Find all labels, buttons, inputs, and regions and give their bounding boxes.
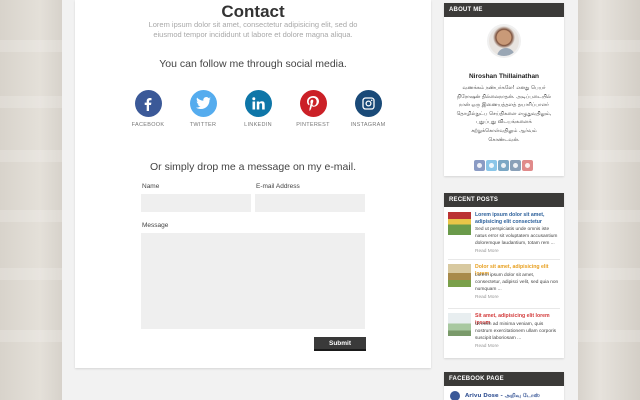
facebook-page-name[interactable]: Arivu Dose - அறிவு டோஸ் <box>465 393 540 400</box>
divider <box>448 259 560 260</box>
about-me-header: ABOUT ME <box>444 3 564 17</box>
linkedin-icon <box>244 90 272 117</box>
facebook-label: FACEBOOK <box>131 122 165 128</box>
facebook-icon[interactable] <box>474 160 485 171</box>
instagram-label: INSTAGRAM <box>350 122 386 128</box>
twitter-icon[interactable] <box>486 160 497 171</box>
message-label: Message <box>142 222 169 229</box>
pinterest-icon[interactable] <box>522 160 533 171</box>
submit-button[interactable]: Submit <box>314 337 366 351</box>
post-thumbnail[interactable] <box>448 212 471 235</box>
social-links: FACEBOOK TWITTER LINKEDIN PINTEREST INST… <box>121 90 395 134</box>
twitter-icon <box>189 90 217 117</box>
divider <box>448 308 560 309</box>
recent-posts-header: RECENT POSTS <box>444 193 564 207</box>
facebook-page-link[interactable]: Arivu Dose - அறிவு டோஸ் <box>450 391 540 400</box>
intro-text: Lorem ipsum dolor sit amet, consectetur … <box>148 20 358 39</box>
instagram-icon <box>354 90 382 117</box>
twitter-label: TWITTER <box>189 122 217 128</box>
post-excerpt: Sed ut perspiciatis unde omnis iste natu… <box>475 227 558 246</box>
name-input[interactable] <box>141 194 251 212</box>
twitter-link[interactable]: TWITTER <box>176 90 230 128</box>
post-title[interactable]: Lorem ipsum dolor sit amet, adipisicing … <box>475 212 561 225</box>
recent-post[interactable]: Lorem ipsum dolor sit amet, adipisicing … <box>448 212 560 256</box>
avatar <box>487 24 521 58</box>
recent-post[interactable]: Sit amet, adipisicing elit lorem ipsum U… <box>448 313 560 357</box>
instagram-icon[interactable] <box>510 160 521 171</box>
instagram-link[interactable]: INSTAGRAM <box>341 90 395 128</box>
post-thumbnail[interactable] <box>448 264 471 287</box>
email-input[interactable] <box>255 194 365 212</box>
name-label: Name <box>142 183 160 190</box>
facebook-page-avatar <box>450 391 460 400</box>
pinterest-label: PINTEREST <box>296 122 330 128</box>
post-excerpt: Ut enim ad minima veniam, quis nostrum e… <box>475 322 557 341</box>
email-heading: Or simply drop me a message on my e-mail… <box>150 161 356 173</box>
author-bio: வணக்கம் நண்பர்களே! எனது பெயர் நிரோஷன் தி… <box>456 85 552 143</box>
contact-card: Contact Lorem ipsum dolor sit amet, cons… <box>75 0 431 368</box>
read-more-link[interactable]: Read More <box>475 295 499 300</box>
about-me-widget: ABOUT ME Niroshan Thillainathan வணக்கம் … <box>444 3 564 176</box>
facebook-page-header: FACEBOOK PAGE <box>444 372 564 386</box>
author-name: Niroshan Thillainathan <box>468 73 540 80</box>
pinterest-link[interactable]: PINTEREST <box>286 90 340 128</box>
page-title: Contact <box>221 2 285 21</box>
post-thumbnail[interactable] <box>448 313 471 336</box>
recent-posts-widget: RECENT POSTS Lorem ipsum dolor sit amet,… <box>444 193 564 358</box>
linkedin-label: LINKEDIN <box>244 122 272 128</box>
message-textarea[interactable] <box>141 233 365 329</box>
recent-post[interactable]: Dolor sit amet, adipisicing elit lorem L… <box>448 264 560 308</box>
read-more-link[interactable]: Read More <box>475 249 499 254</box>
author-social-links <box>474 160 533 171</box>
facebook-page-widget: FACEBOOK PAGE Arivu Dose - அறிவு டோஸ் <box>444 372 564 400</box>
email-label: E-mail Address <box>256 183 300 190</box>
follow-heading: You can follow me through social media. <box>159 58 347 70</box>
linkedin-link[interactable]: LINKEDIN <box>231 90 285 128</box>
linkedin-icon[interactable] <box>498 160 509 171</box>
post-excerpt: Lorem ipsum dolor sit amet, consectetur,… <box>475 273 559 292</box>
facebook-icon <box>134 90 162 117</box>
facebook-link[interactable]: FACEBOOK <box>121 90 175 128</box>
pinterest-icon <box>299 90 327 117</box>
read-more-link[interactable]: Read More <box>475 344 499 349</box>
